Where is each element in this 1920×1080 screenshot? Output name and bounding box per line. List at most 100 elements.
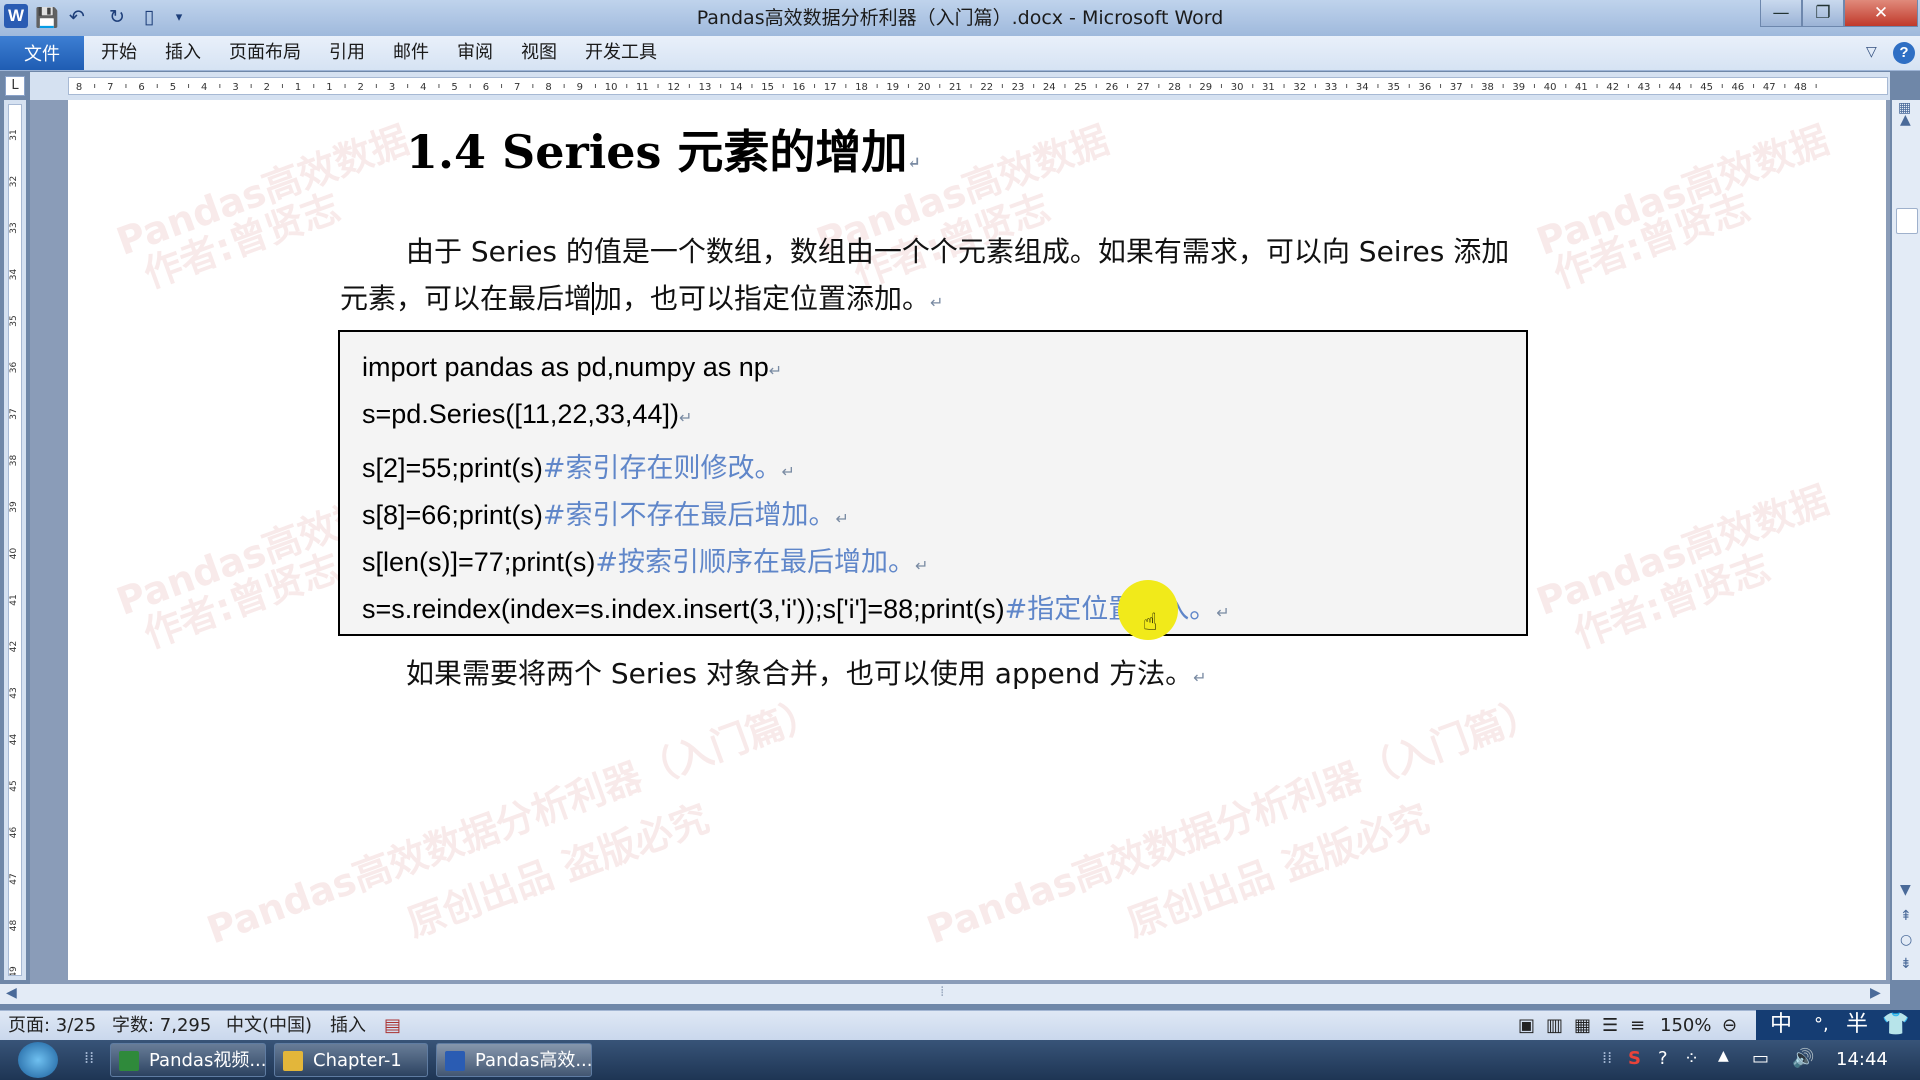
network-icon[interactable]: ▭ <box>1752 1048 1769 1069</box>
paragraph-text: 如果需要将两个 Series 对象合并，也可以使用 append 方法。 <box>406 657 1194 690</box>
code-line[interactable]: import pandas as pd,numpy as np↵ <box>362 352 782 383</box>
clock[interactable]: 14:44 <box>1836 1040 1888 1080</box>
paragraph-2[interactable]: 如果需要将两个 Series 对象合并，也可以使用 append 方法。↵ <box>406 650 1207 702</box>
ribbon-tabs: 文件 开始 插入 页面布局 引用 邮件 审阅 视图 开发工具 ▽ ? <box>0 36 1920 71</box>
tab-review[interactable]: 审阅 <box>457 36 493 70</box>
vertical-scrollbar[interactable]: ▦ ▲ ▼ ⇞ ○ ⇟ <box>1892 100 1920 980</box>
ime-punctuation[interactable]: °, <box>1814 1010 1829 1040</box>
macro-record-icon[interactable]: ▤ <box>384 1011 401 1041</box>
ruler-tick-label: 45 <box>1700 82 1713 93</box>
ime-language[interactable]: 中 <box>1770 1010 1792 1040</box>
ruler-tick-label: 32 <box>9 176 19 187</box>
language-indicator[interactable]: 中文(中国) <box>226 1011 312 1041</box>
next-page-icon[interactable]: ⇟ <box>1900 956 1912 972</box>
help-icon[interactable]: ? <box>1893 42 1915 64</box>
scroll-right-icon[interactable]: ▶ <box>1870 985 1881 1001</box>
tab-mailings[interactable]: 邮件 <box>393 36 429 70</box>
ruler-tick-label: 5 <box>170 82 176 93</box>
ruler-tick-label: 43 <box>9 687 19 698</box>
code-line[interactable]: s[2]=55;print(s)#索引存在则修改。↵ <box>362 446 795 485</box>
vertical-ruler[interactable]: 31 32 33 34 35 36 37 38 39 40 41 42 43 44 45 46 47 48 49 <box>4 100 26 980</box>
volume-icon[interactable]: 🔊 <box>1792 1048 1814 1069</box>
taskbar-item-word[interactable]: Pandas高效... <box>436 1043 592 1077</box>
print-layout-icon[interactable]: ▣ <box>1518 1011 1535 1041</box>
ime-toolbar[interactable]: 中 °, 半 👕 <box>1756 1010 1920 1040</box>
previous-page-icon[interactable]: ⇞ <box>1900 908 1912 924</box>
word-count[interactable]: 字数: 7,295 <box>112 1011 211 1041</box>
ime-width[interactable]: 半 <box>1846 1010 1868 1040</box>
ruler-tick-label: 43 <box>1638 82 1651 93</box>
scroll-down-icon[interactable]: ▼ <box>1900 882 1911 898</box>
scroll-left-icon[interactable]: ◀ <box>6 985 17 1001</box>
paragraph-mark: ↵ <box>835 511 849 528</box>
sogou-icon[interactable]: S <box>1628 1048 1641 1069</box>
code-line[interactable]: s[len(s)]=77;print(s)#按索引顺序在最后增加。↵ <box>362 540 928 579</box>
watermark: 原创出品 盗版必究 <box>401 795 715 946</box>
ruler-tick-label: 33 <box>9 222 19 233</box>
code-line[interactable]: s[8]=66;print(s)#索引不存在最后增加。↵ <box>362 493 849 532</box>
taskbar-item-folder[interactable]: Chapter-1 <box>274 1043 428 1077</box>
browse-object-icon[interactable]: ○ <box>1900 932 1912 948</box>
ruler-tick-label: 14 <box>730 82 743 93</box>
tab-file[interactable]: 文件 <box>0 36 84 70</box>
draft-view-icon[interactable]: ≡ <box>1630 1011 1645 1041</box>
page-count[interactable]: 页面: 3/25 <box>8 1011 96 1041</box>
tab-insert[interactable]: 插入 <box>165 36 201 70</box>
horizontal-scrollbar[interactable]: ◀ ⁞ ▶ <box>0 984 1890 1004</box>
document-page[interactable]: Pandas高效数据 作者:曾贤志 Pandas高效数据 作者:曾贤志 Pand… <box>68 100 1886 980</box>
minimize-button[interactable]: — <box>1760 0 1802 27</box>
zoom-out-icon[interactable]: ⊖ <box>1722 1011 1737 1041</box>
web-layout-icon[interactable]: ▦ <box>1574 1011 1591 1041</box>
ruler-tick-label: 42 <box>1606 82 1619 93</box>
ruler-tick-label: 4 <box>201 82 207 93</box>
heading-text: 1.4 Series 元素的增加 <box>406 125 908 179</box>
taskbar-item-pycharm[interactable]: Pandas视频... <box>110 1043 266 1077</box>
ruler-tick-label: 2 <box>264 82 270 93</box>
tab-stop-selector[interactable]: L <box>5 76 25 96</box>
show-hidden-icons[interactable]: ▲ <box>1718 1048 1729 1064</box>
insert-mode[interactable]: 插入 <box>330 1011 366 1041</box>
ruler-tick-label: 13 <box>699 82 712 93</box>
ribbon-collapse-icon[interactable]: ▽ <box>1866 44 1877 60</box>
ime-skin-icon[interactable]: 👕 <box>1882 1010 1909 1040</box>
horizontal-ruler[interactable]: 8 7 6 5 4 3 2 1 1 2 3 4 5 6 7 8 9 10 11 12 13 14 15 16 17 18 19 20 2… <box>30 72 1890 100</box>
ruler-tick-label: 25 <box>1074 82 1087 93</box>
ruler-tick-label: 47 <box>1763 82 1776 93</box>
tab-home[interactable]: 开始 <box>101 36 137 70</box>
hand-cursor-icon: ☝ <box>1143 608 1158 636</box>
help-tray-icon[interactable]: ? <box>1658 1048 1668 1069</box>
scroll-thumb[interactable] <box>1896 208 1918 234</box>
ruler-tick-label: 46 <box>1732 82 1745 93</box>
scroll-grip-icon[interactable]: ⁞ <box>940 984 944 1000</box>
reading-view-icon[interactable]: ▥ <box>1546 1011 1563 1041</box>
scroll-up-icon[interactable]: ▲ <box>1900 112 1911 128</box>
folder-icon <box>283 1051 303 1071</box>
ruler-tick-label: 40 <box>9 548 19 560</box>
code-line[interactable]: s=pd.Series([11,22,33,44])↵ <box>362 399 692 430</box>
paragraph-mark: ↵ <box>768 363 783 380</box>
tray-small-icon[interactable]: ⁘ <box>1684 1048 1699 1069</box>
ruler-tick-label: 38 <box>9 455 19 467</box>
watermark: 原创出品 盗版必究 <box>1121 795 1435 946</box>
tab-references[interactable]: 引用 <box>329 36 365 70</box>
paragraph-mark: ↵ <box>914 558 929 575</box>
paragraph-1-line-2[interactable]: 元素，可以在最后增加，也可以指定位置添加。↵ <box>340 275 943 327</box>
close-button[interactable]: ✕ <box>1844 0 1918 27</box>
document-area[interactable]: Pandas高效数据 作者:曾贤志 Pandas高效数据 作者:曾贤志 Pand… <box>30 100 1890 984</box>
tab-page-layout[interactable]: 页面布局 <box>229 36 301 70</box>
ruler-tick-label: 39 <box>9 501 19 513</box>
paragraph-mark: ↵ <box>1193 668 1207 687</box>
tab-developer[interactable]: 开发工具 <box>585 36 657 70</box>
ruler-tick-label: 16 <box>793 82 806 93</box>
zoom-level[interactable]: 150% <box>1660 1011 1711 1041</box>
code-line[interactable]: s=s.reindex(index=s.index.insert(3,'i'))… <box>362 587 1230 626</box>
outline-view-icon[interactable]: ☰ <box>1602 1011 1618 1041</box>
watermark: Pandas高效数据 <box>1530 117 1835 264</box>
paragraph-1-line-1[interactable]: 由于 Series 的值是一个数组，数组由一个个元素组成。如果有需求，可以向 S… <box>406 228 1509 276</box>
section-heading[interactable]: 1.4 Series 元素的增加↵ <box>406 116 921 182</box>
maximize-button[interactable]: ❐ <box>1802 0 1844 27</box>
ruler-tick-label: 23 <box>1012 82 1025 93</box>
tab-view[interactable]: 视图 <box>521 36 557 70</box>
start-button[interactable] <box>18 1042 58 1078</box>
code-block[interactable]: import pandas as pd,numpy as np↵ s=pd.Se… <box>338 330 1528 636</box>
